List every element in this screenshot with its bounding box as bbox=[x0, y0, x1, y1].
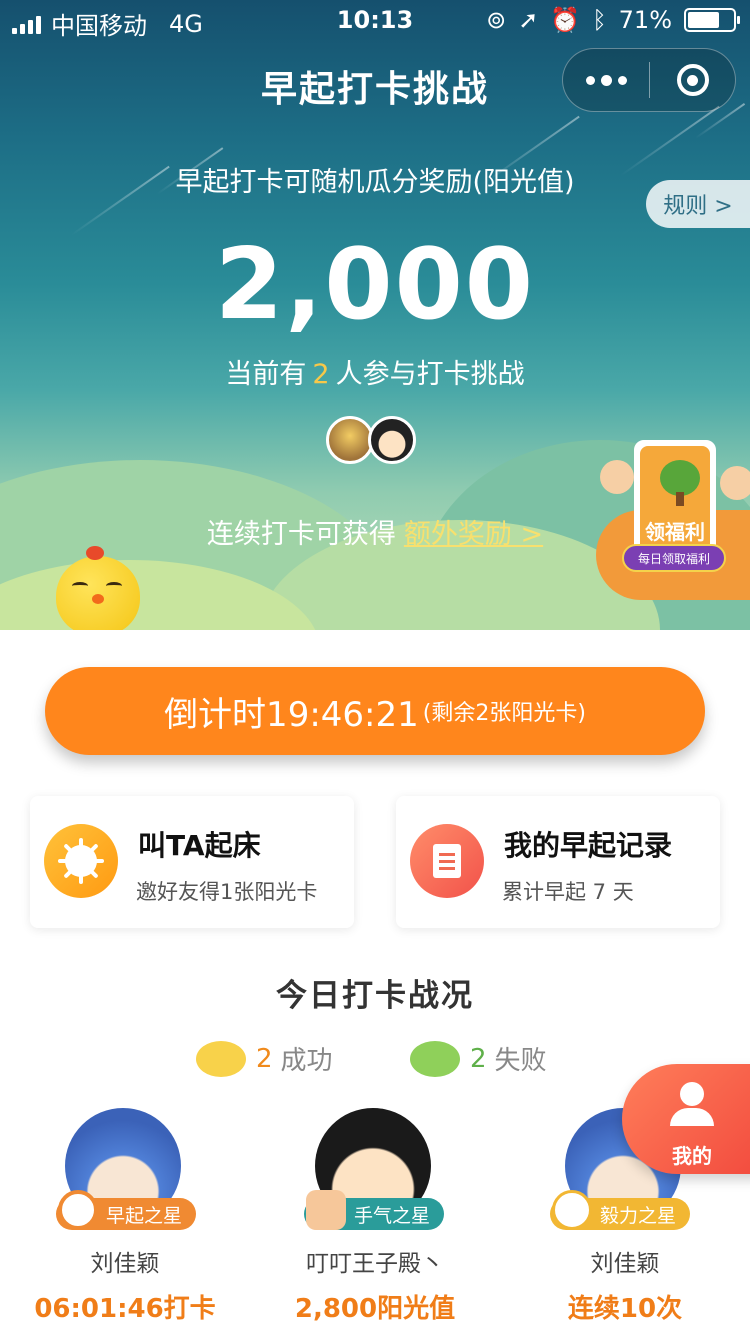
avatar bbox=[326, 416, 374, 464]
participants-prefix: 当前有 bbox=[225, 359, 307, 390]
luck-star-value: 2,800阳光值 bbox=[294, 1294, 456, 1324]
early-star-badge-label: 早起之星 bbox=[106, 1204, 183, 1227]
success-stat: 2 成功 bbox=[196, 1040, 333, 1077]
early-star-name: 刘佳颖 bbox=[90, 1251, 160, 1277]
luck-star-badge-label: 手气之星 bbox=[354, 1204, 431, 1227]
kid-icon bbox=[720, 466, 750, 500]
reward-amount: 2,000 bbox=[215, 228, 535, 342]
sun-ray bbox=[58, 859, 68, 863]
early-star-badge: 早起之星 bbox=[56, 1190, 197, 1230]
welfare-pill: 每日领取福利 bbox=[622, 544, 726, 572]
avatar bbox=[368, 416, 416, 464]
luck-star-card[interactable]: 手气之星 叮叮王子殿丶 2,800阳光值 bbox=[250, 1106, 500, 1334]
sun-ray bbox=[79, 838, 83, 848]
location-icon: ➚ bbox=[518, 6, 539, 34]
kid-icon bbox=[600, 460, 634, 494]
welfare-label: 领福利 bbox=[645, 520, 705, 544]
success-label: 成功 bbox=[280, 1046, 333, 1076]
alarm-icon: ⏰ bbox=[550, 6, 581, 34]
early-star-card[interactable]: 早起之星 刘佳颖 06:01:46打卡 bbox=[0, 1106, 250, 1334]
perseverance-star-badge-label: 毅力之星 bbox=[600, 1204, 677, 1227]
perseverance-star-name: 刘佳颖 bbox=[590, 1251, 660, 1277]
bluetooth-icon: ᛒ bbox=[592, 6, 607, 34]
my-profile-label: 我的 bbox=[672, 1144, 712, 1168]
participants-text: 当前有 2 人参与打卡挑战 bbox=[0, 352, 750, 391]
my-profile-button[interactable]: 我的 bbox=[622, 1064, 750, 1174]
extra-reward-link[interactable]: 额外奖励 > bbox=[404, 519, 543, 550]
user-icon bbox=[680, 1082, 704, 1106]
sun-ray bbox=[63, 843, 74, 854]
reward-description: 早起打卡可随机瓜分奖励(阳光值) bbox=[175, 167, 575, 198]
wake-friend-card[interactable]: 叫TA起床 邀好友得1张阳光卡 bbox=[30, 796, 354, 928]
notepad-icon bbox=[410, 824, 484, 898]
clock-icon bbox=[58, 1190, 98, 1230]
luck-star-badge: 手气之星 bbox=[304, 1190, 445, 1230]
thumbs-up-icon bbox=[306, 1190, 346, 1230]
my-record-subtitle: 累计早起 7 天 bbox=[502, 880, 634, 904]
wake-friend-subtitle: 邀好友得1张阳光卡 bbox=[136, 880, 318, 904]
participants-count: 2 bbox=[312, 359, 330, 390]
fail-count: 2 bbox=[470, 1043, 487, 1074]
early-star-value: 06:01:46打卡 bbox=[34, 1294, 216, 1324]
battery-icon bbox=[684, 8, 740, 32]
fail-label: 失败 bbox=[494, 1046, 547, 1076]
miniprogram-capsule bbox=[562, 48, 736, 112]
sun-ray bbox=[88, 868, 99, 879]
tree-icon bbox=[660, 460, 700, 496]
rules-button[interactable]: 规则 > bbox=[646, 180, 750, 228]
rooster-icon bbox=[552, 1190, 592, 1230]
participants-suffix: 人参与打卡挑战 bbox=[335, 359, 525, 390]
more-icon[interactable] bbox=[563, 49, 649, 111]
streak-prefix: 连续打卡可获得 bbox=[206, 519, 396, 550]
sun-ray bbox=[94, 859, 104, 863]
rotation-lock-icon: ⊚ bbox=[486, 6, 507, 34]
perseverance-star-value: 连续10次 bbox=[567, 1294, 683, 1324]
participant-avatars bbox=[326, 416, 416, 464]
close-icon[interactable] bbox=[650, 49, 735, 111]
sun-icon bbox=[44, 824, 118, 898]
status-bar: 中国移动 4G 10:13 ⊚ ➚ ⏰ ᛒ 71% bbox=[0, 0, 750, 40]
wake-friend-title: 叫TA起床 bbox=[138, 829, 261, 862]
my-record-title: 我的早起记录 bbox=[504, 829, 673, 862]
countdown-button[interactable]: 倒计时19:46:21 (剩余2张阳光卡) bbox=[45, 667, 705, 755]
yellow-bird-icon bbox=[196, 1040, 246, 1077]
hero-banner: 中国移动 4G 10:13 ⊚ ➚ ⏰ ᛒ 71% 早起打卡挑战 早起打卡可随机… bbox=[0, 0, 750, 630]
success-count: 2 bbox=[256, 1043, 273, 1074]
luck-star-name: 叮叮王子殿丶 bbox=[306, 1251, 444, 1277]
today-section-title: 今日打卡战况 bbox=[276, 978, 474, 1014]
green-bird-icon bbox=[410, 1040, 460, 1077]
remaining-cards: (剩余2张阳光卡) bbox=[422, 701, 586, 726]
chick-mascot-icon bbox=[56, 546, 140, 630]
welfare-widget[interactable]: 领福利 每日领取福利 bbox=[596, 440, 750, 600]
countdown-label: 倒计时19:46:21 bbox=[164, 694, 419, 735]
sun-ray bbox=[79, 874, 83, 884]
fail-stat: 2 失败 bbox=[410, 1040, 547, 1077]
my-record-card[interactable]: 我的早起记录 累计早起 7 天 bbox=[396, 796, 720, 928]
battery-percent: 71% bbox=[618, 6, 672, 34]
perseverance-star-badge: 毅力之星 bbox=[550, 1190, 691, 1230]
